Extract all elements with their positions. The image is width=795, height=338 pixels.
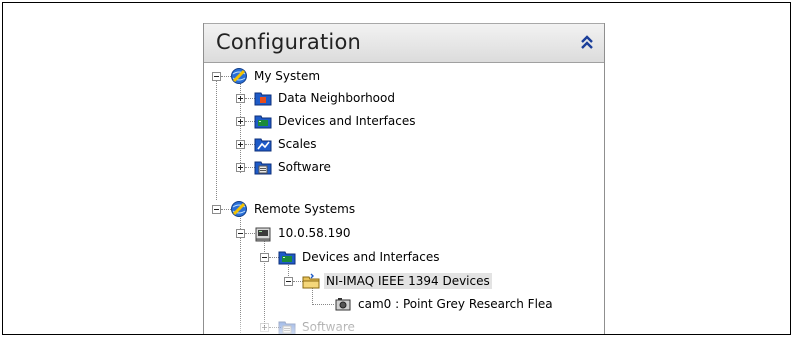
expand-toggle-devices-interfaces[interactable] [236,117,245,126]
scales-icon [254,138,272,152]
devices-icon [278,251,296,265]
panel-header: Configuration [204,23,604,63]
tree-node-remote-devices[interactable]: Devices and Interfaces [278,247,441,267]
tree-node-label: Devices and Interfaces [302,250,440,264]
tree-node-software[interactable]: Software [254,157,333,177]
expand-toggle-scales[interactable] [236,140,245,149]
double-chevron-up-icon [581,35,593,49]
tree-node-label: My System [254,69,321,83]
collapse-toggle-my-system[interactable] [212,72,221,81]
tree-node-remote-software[interactable]: Software [278,317,357,334]
expand-toggle-software[interactable] [236,163,245,172]
tree-node-label: Software [278,160,331,174]
system-globe-icon [231,68,247,84]
collapse-toggle-imaq[interactable] [284,277,293,286]
tree-node-label: NI-IMAQ IEEE 1394 Devices [324,273,492,289]
tree-node-my-system[interactable]: My System [230,66,322,86]
screenshot-frame: Configuration My System Data Neighborhoo… [2,2,791,335]
collapse-toggle-host[interactable] [236,229,245,238]
tree-node-label: Devices and Interfaces [278,114,416,128]
tree-line [264,235,265,330]
collapse-toggle-remote-systems[interactable] [212,205,221,214]
system-globe-icon [231,201,247,217]
panel-title: Configuration [216,30,362,54]
tree-line [216,76,217,200]
tree-node-scales[interactable]: Scales [254,134,319,154]
tree-node-data-neighborhood[interactable]: Data Neighborhood [254,88,397,108]
tree-node-label: Data Neighborhood [278,91,395,105]
software-icon [254,161,272,175]
collapse-button[interactable] [579,34,595,52]
tree-node-label: cam0 : Point Grey Research Flea [358,297,553,311]
software-icon [278,321,296,334]
tree-node-label: Software [302,320,355,334]
devices-icon [254,115,272,129]
tree-node-devices-interfaces[interactable]: Devices and Interfaces [254,111,417,131]
tree-node-host[interactable]: 10.0.58.190 [254,223,353,243]
tree-line [312,304,334,305]
computer-icon [255,227,271,242]
configuration-tree: My System Data Neighborhood Devices and … [204,63,604,334]
tree-node-label: Remote Systems [254,202,356,216]
tree-node-imaq[interactable]: NI-IMAQ IEEE 1394 Devices [302,271,492,291]
camera-icon [335,298,351,311]
tree-node-camera[interactable]: cam0 : Point Grey Research Flea [334,294,555,314]
tree-node-label: 10.0.58.190 [278,226,351,240]
data-neighborhood-icon [254,92,272,106]
folder-icon [302,273,320,289]
tree-node-remote-systems[interactable]: Remote Systems [230,199,357,219]
tree-node-label: Scales [278,137,317,151]
expand-toggle-remote-software[interactable] [260,323,269,332]
collapse-toggle-remote-devices[interactable] [260,253,269,262]
configuration-panel: Configuration My System Data Neighborhoo… [203,23,605,334]
expand-toggle-data-neighborhood[interactable] [236,94,245,103]
